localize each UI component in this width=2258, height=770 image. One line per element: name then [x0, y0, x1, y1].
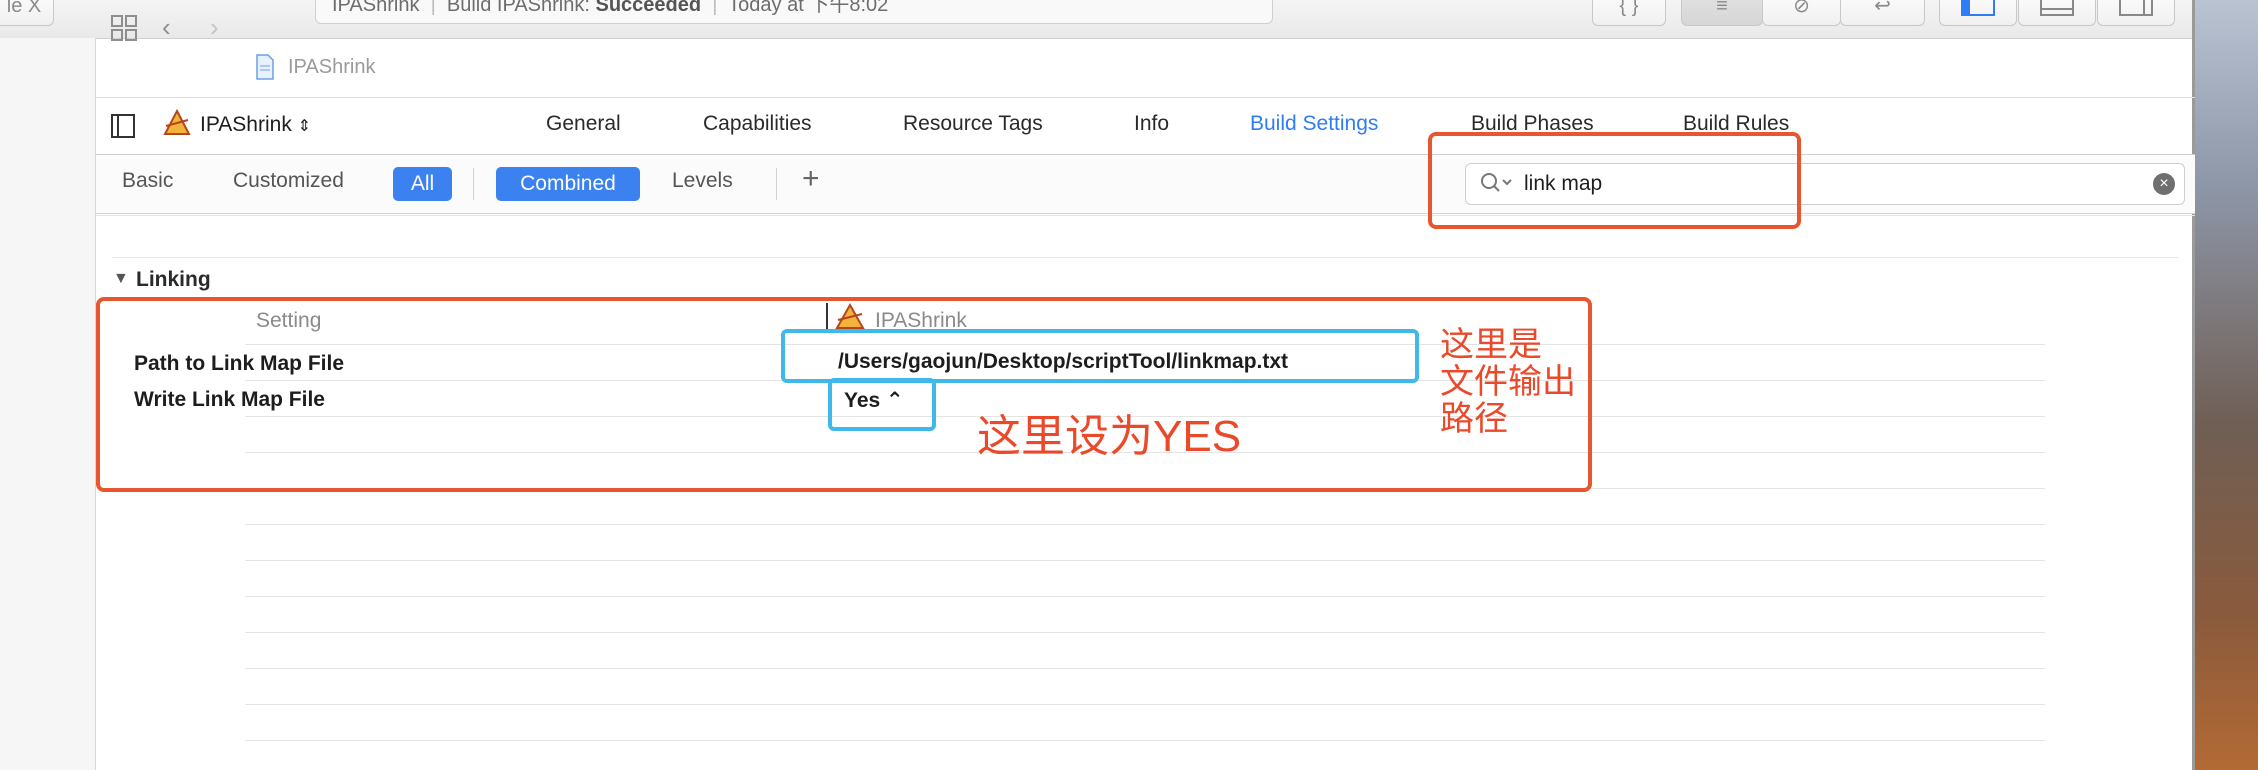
- yes-highlight-box: [828, 378, 936, 431]
- app-target-icon: [162, 108, 192, 145]
- add-setting-button[interactable]: +: [802, 162, 820, 196]
- forward-chevron-icon[interactable]: ›: [210, 12, 219, 43]
- annotation-line: 这里是: [1440, 326, 1542, 364]
- jump-bar-crumb[interactable]: IPAShrink: [288, 56, 375, 79]
- filter-all[interactable]: All: [393, 167, 452, 201]
- row-line: [245, 596, 2045, 597]
- tab-general[interactable]: General: [546, 112, 621, 136]
- back-chevron-icon[interactable]: ‹: [162, 12, 171, 43]
- activity-build-prefix: Build IPAShrink:: [446, 0, 596, 16]
- project-file-icon: [255, 54, 275, 85]
- braces-icon: { }: [1619, 0, 1639, 17]
- scheme-fragment: le X: [6, 0, 42, 17]
- annotation-output-path: 这里是 文件输出 路径: [1440, 327, 1576, 438]
- row-line: [245, 632, 2045, 633]
- debug-toggle-button[interactable]: [2018, 0, 2096, 26]
- annotation-line: 文件输出: [1440, 363, 1576, 401]
- standard-editor-button[interactable]: ≡: [1681, 0, 1763, 26]
- divider: [96, 215, 2195, 216]
- version-editor-button[interactable]: ↩: [1840, 0, 1925, 26]
- right-panel-icon: [2119, 0, 2153, 16]
- annotation-line: 路径: [1440, 400, 1508, 438]
- row-line: [245, 740, 2045, 741]
- filter-separator: [776, 168, 777, 200]
- section-title-linking[interactable]: Linking: [136, 268, 211, 292]
- filter-combined[interactable]: Combined: [496, 167, 640, 201]
- divider: [113, 257, 2178, 258]
- activity-viewer: IPAShrink | Build IPAShrink: Succeeded |…: [315, 0, 1273, 24]
- sidebar-toggle-icon: [111, 114, 135, 138]
- annotation-set-yes: 这里设为YES: [977, 412, 1242, 461]
- related-items-icon[interactable]: [110, 14, 138, 49]
- filter-separator: [473, 168, 474, 200]
- left-panel-icon: [1961, 0, 1995, 16]
- show-targets-toggle[interactable]: [110, 113, 136, 144]
- tab-resource-tags[interactable]: Resource Tags: [903, 112, 1043, 136]
- inspector-toggle-button[interactable]: [2097, 0, 2175, 26]
- activity-project: IPAShrink: [332, 0, 420, 16]
- filter-levels[interactable]: Levels: [672, 169, 733, 193]
- scheme-selector[interactable]: le X: [0, 0, 54, 26]
- navigator-toggle-button[interactable]: [1939, 0, 2017, 26]
- disclosure-triangle-icon[interactable]: ▼: [113, 270, 129, 288]
- arrows-icon: ↩: [1874, 0, 1891, 17]
- path-highlight-box: [781, 329, 1419, 383]
- row-line: [245, 524, 2045, 525]
- tab-info[interactable]: Info: [1134, 112, 1169, 136]
- activity-build-state: Succeeded: [595, 0, 702, 16]
- bottom-panel-icon: [2040, 0, 2074, 16]
- activity-time: Today at 下午8:02: [728, 0, 889, 16]
- row-line: [245, 704, 2045, 705]
- clear-search-icon[interactable]: ×: [2153, 173, 2175, 195]
- filter-basic[interactable]: Basic: [122, 169, 173, 193]
- target-selector[interactable]: IPAShrink ⇕: [200, 113, 311, 137]
- row-line: [245, 668, 2045, 669]
- row-line: [245, 560, 2045, 561]
- code-snippet-button[interactable]: { }: [1592, 0, 1666, 26]
- filter-customized[interactable]: Customized: [233, 169, 344, 193]
- rings-icon: ⊘: [1793, 0, 1810, 17]
- search-highlight-box: [1428, 132, 1801, 229]
- lines-icon: ≡: [1716, 0, 1728, 17]
- tab-capabilities[interactable]: Capabilities: [703, 112, 812, 136]
- navigator-pane: [0, 38, 96, 770]
- target-name: IPAShrink: [200, 113, 292, 136]
- updown-chevron-icon: ⇕: [297, 118, 312, 135]
- desktop-wallpaper: [2195, 0, 2258, 770]
- jump-bar: [96, 39, 2195, 98]
- assistant-editor-button[interactable]: ⊘: [1762, 0, 1841, 26]
- tab-build-settings[interactable]: Build Settings: [1250, 112, 1378, 136]
